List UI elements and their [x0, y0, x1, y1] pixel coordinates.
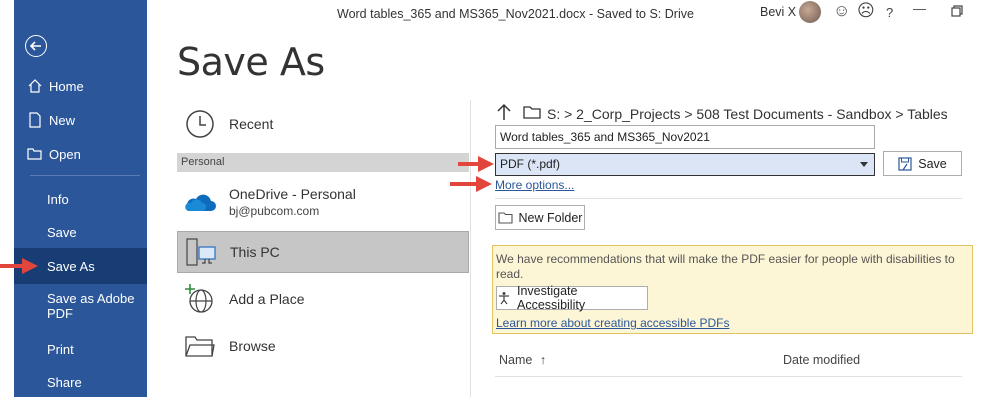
- page-title: Save As: [177, 40, 325, 84]
- nav-info[interactable]: Info: [14, 189, 147, 209]
- filename-input[interactable]: Word tables_365 and MS365_Nov2021: [495, 125, 875, 149]
- location-label: Browse: [229, 338, 276, 354]
- nav-new[interactable]: New: [14, 110, 147, 130]
- divider: [495, 198, 962, 199]
- investigate-accessibility-button[interactable]: Investigate Accessibility: [496, 284, 648, 312]
- location-browse[interactable]: Browse: [177, 327, 469, 365]
- filetype-value: PDF (*.pdf): [500, 157, 561, 171]
- nav-label-line2: PDF: [47, 306, 73, 321]
- sort-ascending-icon: ↑: [539, 353, 547, 367]
- location-onedrive[interactable]: OneDrive - Personal bj@pubcom.com: [177, 182, 469, 222]
- computer-icon: [183, 234, 219, 270]
- home-icon: [27, 78, 43, 94]
- restore-icon[interactable]: [951, 3, 963, 21]
- column-header-date[interactable]: Date modified: [783, 353, 860, 367]
- location-label: Add a Place: [229, 291, 305, 307]
- backstage-nav: Home New Open Info Save Save As Save as …: [14, 0, 147, 397]
- browse-folder-icon: [182, 328, 218, 364]
- folder-icon: [523, 105, 541, 122]
- new-folder-button[interactable]: New Folder: [495, 205, 585, 230]
- nav-print[interactable]: Print: [14, 339, 147, 359]
- location-label: OneDrive - Personal: [229, 186, 356, 202]
- column-name-label: Name: [499, 353, 533, 367]
- minimize-icon[interactable]: —: [913, 0, 926, 18]
- onedrive-cloud-icon: [182, 184, 218, 220]
- back-arrow-icon: [29, 41, 41, 51]
- back-button[interactable]: [25, 35, 47, 57]
- nav-home[interactable]: Home: [14, 76, 147, 96]
- nav-save-as-adobe-pdf[interactable]: Save as Adobe PDF: [14, 291, 147, 325]
- column-header-name[interactable]: Name ↑: [499, 353, 546, 367]
- save-disk-icon: [898, 156, 912, 171]
- nav-save[interactable]: Save: [14, 222, 147, 242]
- location-label: This PC: [230, 244, 280, 260]
- open-folder-icon: [27, 146, 43, 162]
- frown-feedback-icon[interactable]: ☹: [857, 2, 875, 20]
- nav-label-line1: Save as Adobe: [47, 291, 135, 306]
- nav-label: New: [49, 112, 76, 128]
- learn-more-link[interactable]: Learn more about creating accessible PDF…: [496, 316, 729, 330]
- breadcrumb: S: > 2_Corp_Projects > 508 Test Document…: [497, 103, 948, 124]
- nav-label: Print: [47, 341, 74, 357]
- red-arrow-icon: [0, 258, 38, 274]
- new-folder-icon: [497, 211, 513, 224]
- onedrive-email: bj@pubcom.com: [229, 204, 320, 218]
- location-this-pc[interactable]: This PC: [177, 231, 469, 273]
- nav-label: Save as Adobe PDF: [47, 291, 134, 321]
- smile-feedback-icon[interactable]: ☺: [833, 2, 850, 20]
- help-icon[interactable]: ?: [886, 4, 893, 22]
- save-button-label: Save: [918, 156, 947, 171]
- nav-label: Open: [49, 146, 81, 162]
- nav-divider: [30, 175, 140, 176]
- nav-label: Home: [49, 78, 84, 94]
- user-name[interactable]: Bevi X: [760, 5, 796, 19]
- location-recent[interactable]: Recent: [177, 105, 469, 143]
- accessibility-icon: [497, 291, 511, 305]
- nav-label: Save As: [47, 258, 95, 274]
- save-button[interactable]: Save: [883, 151, 962, 176]
- avatar[interactable]: [799, 1, 821, 23]
- title-bar: Word tables_365 and MS365_Nov2021.docx -…: [147, 0, 999, 28]
- globe-add-icon: [182, 281, 218, 317]
- document-title: Word tables_365 and MS365_Nov2021.docx -…: [337, 7, 694, 21]
- breadcrumb-path[interactable]: S: > 2_Corp_Projects > 508 Test Document…: [547, 106, 948, 122]
- nav-label: Info: [47, 191, 69, 207]
- pane-divider: [470, 100, 471, 397]
- nav-label: Save: [47, 224, 77, 240]
- location-label: Recent: [229, 116, 274, 132]
- nav-label: Share: [47, 374, 82, 390]
- nav-share[interactable]: Share: [14, 372, 147, 392]
- chevron-down-icon: [860, 162, 868, 167]
- new-folder-label: New Folder: [518, 210, 583, 225]
- filetype-select[interactable]: PDF (*.pdf): [495, 153, 875, 176]
- new-doc-icon: [27, 112, 43, 128]
- nav-open[interactable]: Open: [14, 144, 147, 164]
- red-arrow-icon: [450, 176, 492, 192]
- more-options-link[interactable]: More options...: [495, 178, 574, 192]
- divider: [495, 376, 962, 377]
- personal-section-header: Personal: [177, 153, 469, 172]
- red-arrow-icon: [458, 156, 494, 172]
- clock-icon: [182, 106, 218, 142]
- investigate-label: Investigate Accessibility: [517, 284, 586, 312]
- up-arrow-icon[interactable]: [497, 103, 511, 124]
- accessibility-notice: We have recommendations that will make t…: [492, 245, 973, 334]
- location-add-place[interactable]: Add a Place: [177, 280, 469, 318]
- notice-text: We have recommendations that will make t…: [496, 252, 955, 281]
